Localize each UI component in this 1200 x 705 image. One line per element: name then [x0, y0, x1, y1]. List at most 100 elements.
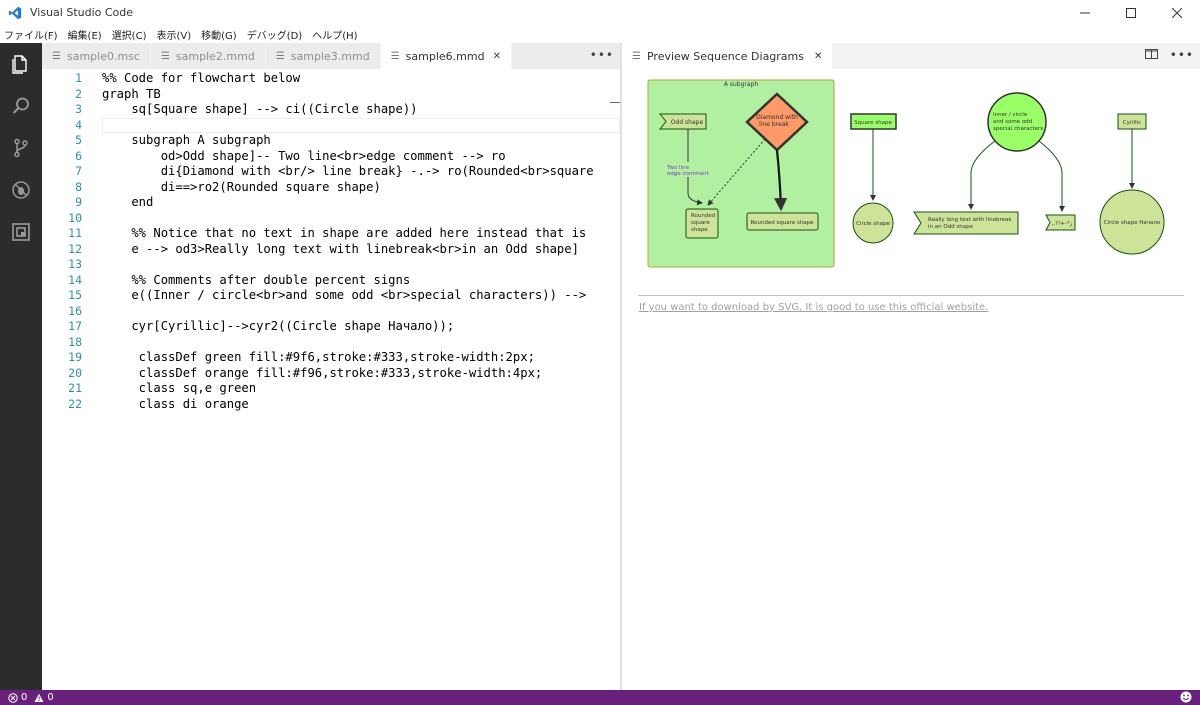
rounded-square-label-2: square	[691, 220, 710, 226]
line-number: 3	[75, 102, 82, 116]
code-line[interactable]: 20 classDef orange fill:#f96,stroke:#333…	[42, 366, 620, 382]
source-control-button[interactable]	[0, 127, 42, 169]
code-line[interactable]: 16	[42, 304, 620, 320]
close-tab-icon[interactable]: ✕	[814, 51, 822, 62]
long-text-node	[913, 211, 1019, 235]
error-icon	[8, 692, 18, 703]
status-bar: 0 0	[0, 690, 1200, 705]
menu-go[interactable]: 移動(G)	[201, 27, 237, 42]
warning-icon	[34, 693, 44, 702]
git-branch-icon	[14, 138, 28, 158]
code-line[interactable]: 4	[42, 118, 620, 134]
more-actions-icon[interactable]: •••	[590, 48, 614, 62]
more-actions-icon[interactable]: •••	[1170, 48, 1194, 62]
explorer-button[interactable]	[0, 43, 42, 85]
code-line[interactable]: 9 end	[42, 195, 620, 211]
feedback-smiley-icon[interactable]	[1180, 691, 1192, 703]
code-line[interactable]: 8 di==>ro2(Rounded square shape)	[42, 180, 620, 196]
code-line[interactable]: 3 sq[Square shape] --> ci((Circle shape)…	[42, 102, 620, 118]
menu-help[interactable]: ヘルプ(H)	[312, 27, 357, 42]
editor-tab-bar: ☰ sample0.msc ☰ sample2.mmd ☰ sample3.mm…	[42, 43, 620, 69]
tab-sample0[interactable]: ☰ sample0.msc	[42, 43, 151, 69]
line-number: 20	[68, 365, 82, 380]
tab-preview[interactable]: ☰ Preview Sequence Diagrams ✕	[622, 43, 833, 69]
line-number: 9	[75, 195, 82, 209]
circle-to-long-text-edge	[968, 140, 996, 210]
tab-sample2[interactable]: ☰ sample2.mmd	[151, 43, 266, 69]
menu-file[interactable]: ファイル(F)	[4, 27, 58, 42]
code-line[interactable]: 11 %% Notice that no text in shape are a…	[42, 226, 620, 242]
line-number: 12	[68, 241, 82, 256]
subgraph-title: A subgraph	[724, 81, 759, 88]
code-line[interactable]: 5 subgraph A subgraph	[42, 133, 620, 149]
line-number: 18	[68, 334, 82, 349]
code-editor[interactable]: 1%% Code for flowchart below 2 graph TB 3 s…	[42, 69, 620, 690]
vscode-logo-icon	[8, 6, 22, 19]
code-text: classDef orange fill:#f96,stroke:#333,st…	[102, 365, 543, 380]
code-text: classDef green fill:#9f6,stroke:#333,str…	[102, 350, 535, 364]
code-line[interactable]: 17 cyr[Cyrillic]-->cyr2((Circle shape На…	[42, 319, 620, 335]
diamond-label-1: Diamond with	[756, 114, 798, 121]
menu-edit[interactable]: 編集(E)	[68, 27, 102, 42]
menu-bar: ファイル(F) 編集(E) 選択(C) 表示(V) 移動(G) デバッグ(D) …	[0, 25, 1200, 43]
code-line[interactable]: 13	[42, 257, 620, 273]
code-line[interactable]: 22 class di orange	[42, 397, 620, 413]
long-text-label-1: Really long text with linebreak	[928, 217, 1012, 223]
inner-circle-label-3: special characters	[993, 126, 1043, 132]
file-icon: ☰	[52, 50, 61, 62]
inner-circle-label-2: and some odd	[993, 119, 1032, 125]
debug-no-bug-icon	[12, 181, 30, 199]
minimize-icon	[1080, 12, 1090, 13]
line-number: 5	[75, 133, 82, 147]
debug-button[interactable]	[0, 169, 42, 211]
menu-debug[interactable]: デバッグ(D)	[247, 27, 303, 42]
tab-sample3[interactable]: ☰ sample3.mmd	[266, 43, 381, 69]
code-text: di{Diamond with <br/> line break} -.-> r…	[102, 164, 594, 178]
code-line[interactable]: 1 %% Code for flowchart below	[42, 71, 620, 87]
preview-tab-label: Preview Sequence Diagrams	[646, 49, 804, 63]
split-editor-icon[interactable]	[1144, 48, 1158, 60]
code-line[interactable]: 2 graph TB	[42, 87, 620, 103]
code-line[interactable]: 14 %% Comments after double percent sign…	[42, 273, 620, 289]
preview-actions: •••	[1144, 48, 1194, 62]
code-line[interactable]: 15 e((Inner / circle<br>and some odd <br…	[42, 288, 620, 304]
code-line[interactable]: 6 od>Odd shape]-- Two line<br>edge comme…	[42, 149, 620, 165]
preview-tab-bar: ☰ Preview Sequence Diagrams ✕ •••	[622, 43, 1200, 69]
code-text: di==>ro2(Rounded square shape)	[102, 179, 381, 194]
code-text: od>Odd shape]-- Two line<br>edge comment…	[102, 148, 506, 163]
line-number: 22	[68, 396, 82, 411]
line-number: 1	[75, 71, 82, 85]
tab-sample6[interactable]: ☰ sample6.mmd ✕	[380, 43, 512, 69]
code-text: graph TB	[102, 86, 161, 101]
code-line[interactable]: 19 classDef green fill:#9f6,stroke:#333,…	[42, 350, 620, 366]
code-line[interactable]: 7 di{Diamond with <br/> line break} -.->…	[42, 164, 620, 180]
line-number: 10	[68, 210, 82, 225]
line-number: 2	[75, 86, 82, 101]
inner-circle-label-1: Inner / circle	[993, 112, 1028, 118]
extensions-button[interactable]	[0, 211, 42, 253]
line-number: 15	[68, 288, 82, 302]
minimize-button[interactable]	[1062, 0, 1108, 25]
menu-selection[interactable]: 選択(C)	[112, 27, 147, 42]
close-tab-icon[interactable]: ✕	[493, 51, 501, 62]
code-line[interactable]: 12 e --> od3>Really long text with lineb…	[42, 242, 620, 258]
code-line[interactable]: 21 class sq,e green	[42, 381, 620, 397]
edge-comment-2: edge comment	[667, 171, 709, 177]
code-text: class sq,e green	[102, 381, 257, 395]
code-line[interactable]: 18	[42, 335, 620, 351]
maximize-button[interactable]	[1108, 0, 1154, 25]
download-svg-link[interactable]: If you want to download by SVG, It is go…	[639, 302, 988, 313]
menu-view[interactable]: 表示(V)	[156, 27, 191, 42]
search-button[interactable]	[0, 85, 42, 127]
line-number: 11	[68, 226, 82, 240]
code-line[interactable]: 10	[42, 211, 620, 227]
window-controls	[1062, 0, 1200, 25]
close-window-button[interactable]	[1154, 0, 1200, 25]
divider	[638, 295, 1184, 296]
rounded-square-label-1: Rounded	[691, 213, 715, 219]
long-text-label-2: in an Odd shape	[928, 224, 974, 230]
problems-status[interactable]: 0 0	[8, 692, 54, 703]
warning-count: 0	[47, 692, 54, 703]
line-number: 8	[75, 179, 82, 194]
line-number: 7	[75, 164, 82, 178]
